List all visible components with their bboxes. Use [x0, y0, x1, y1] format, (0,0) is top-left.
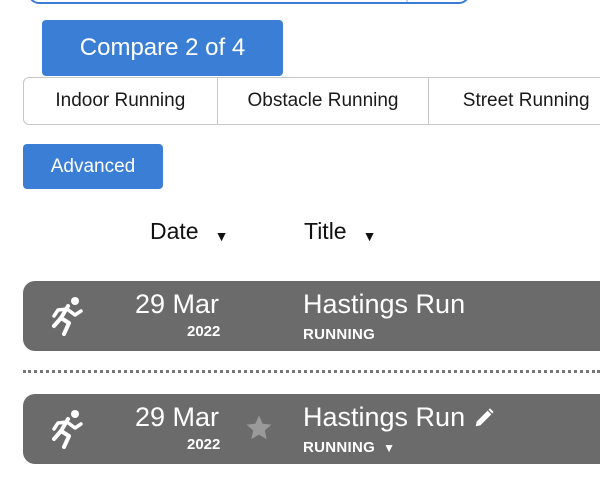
activity-title[interactable]: Hastings Run — [303, 289, 465, 320]
activity-year: 2022 — [187, 436, 221, 453]
activity-sport: RUNNING — [303, 326, 375, 343]
title-header-label: Title — [304, 218, 347, 244]
activity-sport-label: RUNNING — [303, 326, 376, 343]
activity-year: 2022 — [187, 323, 221, 340]
tab-indoor-running[interactable]: Indoor Running — [24, 78, 218, 124]
date-column-header[interactable]: Date ▼ — [150, 218, 228, 245]
activity-date: 29 Mar — [135, 289, 220, 319]
chevron-down-icon[interactable]: ▼ — [383, 441, 395, 455]
tab-obstacle-running[interactable]: Obstacle Running — [218, 78, 430, 124]
search-field-edge[interactable] — [28, 0, 470, 4]
date-header-label: Date — [150, 218, 199, 244]
activity-sport[interactable]: RUNNING ▼ — [303, 439, 395, 456]
tab-street-running[interactable]: Street Running — [429, 78, 600, 124]
sort-arrow-icon[interactable]: ▼ — [215, 228, 229, 244]
star-icon[interactable] — [244, 413, 274, 443]
activity-title-text[interactable]: Hastings Run — [303, 289, 465, 320]
title-column-header[interactable]: Title ▼ — [304, 218, 376, 245]
activity-type-tabs: Indoor Running Obstacle Running Street R… — [23, 77, 600, 125]
advanced-button[interactable]: Advanced — [23, 144, 163, 189]
sort-arrow-icon[interactable]: ▼ — [363, 228, 377, 244]
row-separator — [23, 370, 600, 373]
activity-title-text[interactable]: Hastings Run — [303, 402, 465, 433]
pencil-icon[interactable] — [473, 407, 495, 429]
search-divider — [406, 0, 408, 2]
activity-row[interactable]: 29 Mar 2022 Hastings Run RUNNING — [23, 281, 600, 351]
activity-row[interactable]: 29 Mar 2022 Hastings Run RUNNING ▼ — [23, 394, 600, 464]
activity-date: 29 Mar — [135, 402, 220, 432]
compare-button[interactable]: Compare 2 of 4 — [42, 20, 283, 76]
activity-title[interactable]: Hastings Run — [303, 402, 495, 433]
running-figure-icon — [52, 297, 83, 336]
running-figure-icon — [52, 410, 83, 449]
activity-sport-label[interactable]: RUNNING — [303, 439, 375, 456]
